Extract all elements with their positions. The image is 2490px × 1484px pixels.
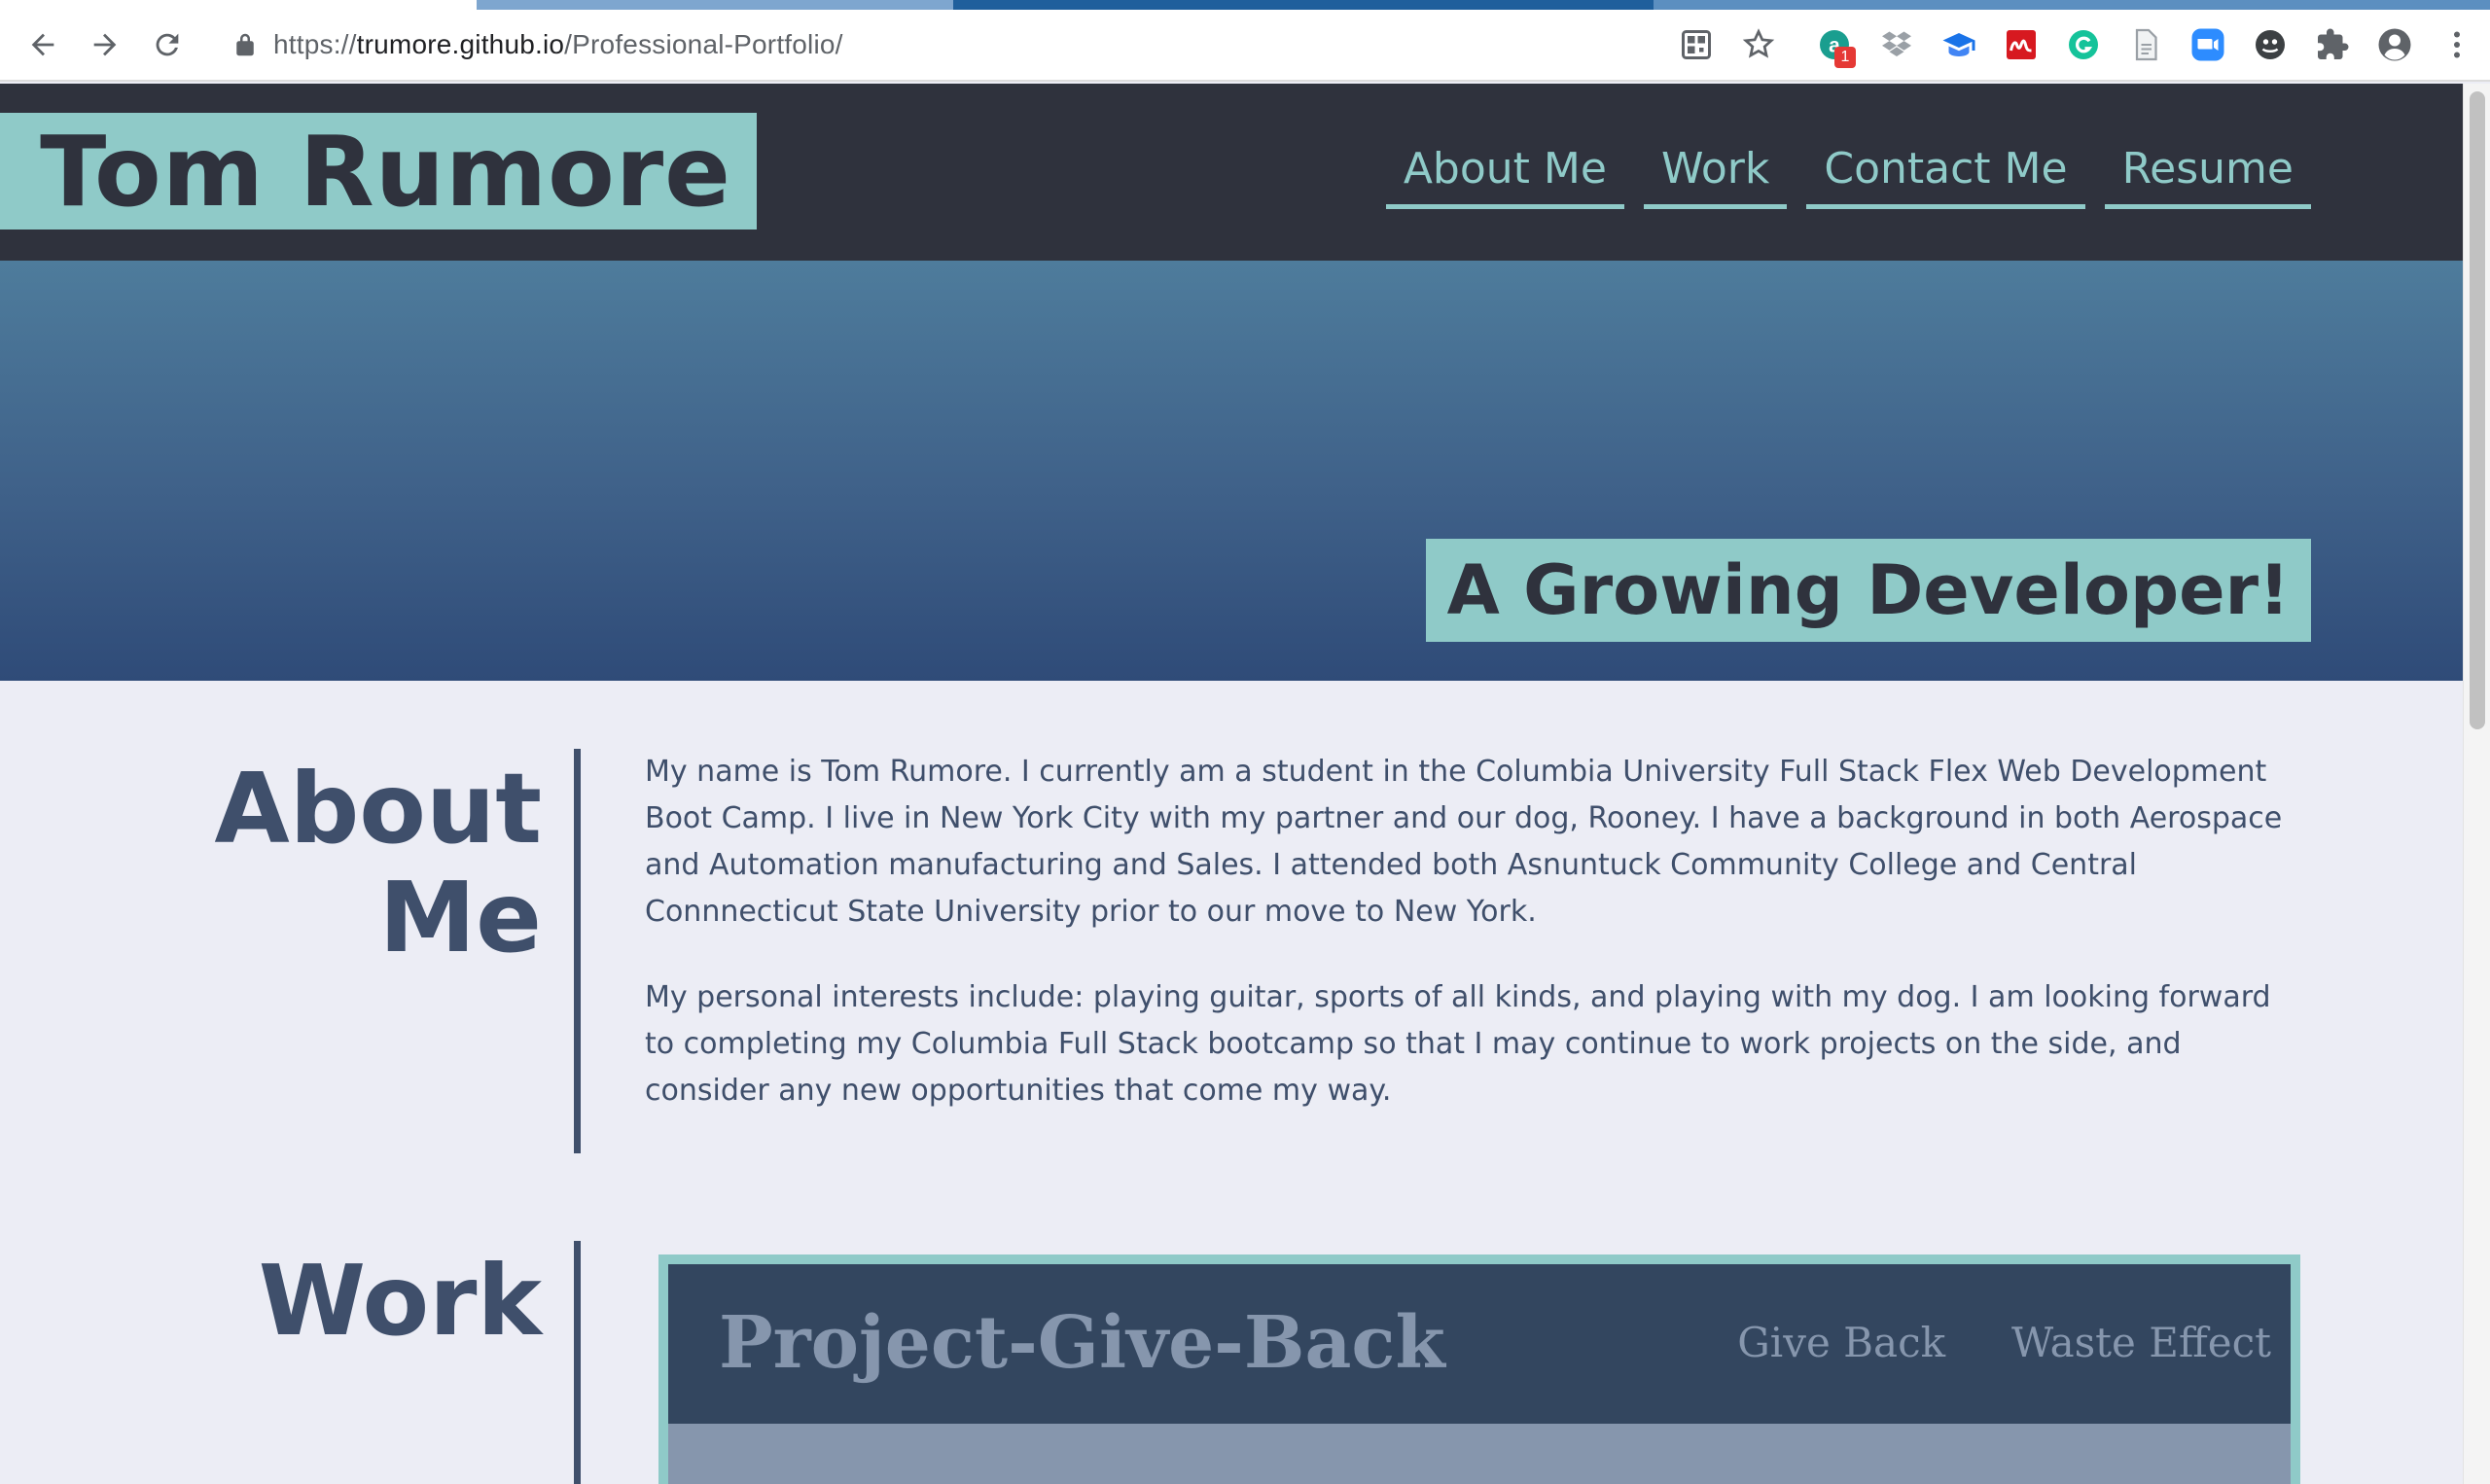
project-links: Give Back Waste Effect: [1671, 1319, 2271, 1366]
mendeley-icon: [2007, 30, 2036, 59]
document-button[interactable]: [2122, 21, 2169, 68]
grammarly-icon: [2069, 30, 2098, 59]
browser-toolbar: https://trumore.github.io/Professional-P…: [0, 0, 2490, 82]
about-divider: [574, 749, 581, 1153]
ghostery-icon: [2256, 30, 2285, 59]
extensions-button[interactable]: [2309, 21, 2356, 68]
profile-avatar-icon: [2378, 28, 2411, 61]
browser-menu-button[interactable]: [2434, 21, 2480, 68]
about-title-line1: About: [214, 752, 542, 866]
arrow-right-icon: [93, 33, 117, 56]
url-text[interactable]: https://trumore.github.io/Professional-P…: [273, 29, 843, 60]
ghostery-button[interactable]: [2247, 21, 2294, 68]
extension-badge: 1: [1834, 47, 1856, 68]
about-text: My name is Tom Rumore. I currently am a …: [645, 749, 2289, 1153]
url-path: /Professional-Portfolio/: [564, 29, 843, 59]
nav-link-contact-me[interactable]: Contact Me: [1806, 142, 2085, 209]
work-section-title: Work: [259, 1247, 542, 1356]
site-name: Tom Rumore: [40, 114, 731, 229]
about-title-line2: Me: [378, 861, 542, 974]
kebab-menu-icon: [2454, 31, 2460, 58]
arrow-left-icon: [31, 33, 54, 56]
profile-button[interactable]: [2371, 21, 2418, 68]
project-link-give-back[interactable]: Give Back: [1737, 1319, 1945, 1366]
project-link-waste-effect[interactable]: Waste Effect: [2011, 1319, 2271, 1366]
nav-link-about-me[interactable]: About Me: [1385, 142, 1624, 209]
back-button[interactable]: [21, 23, 64, 66]
work-title: Work: [258, 1244, 542, 1358]
about-paragraph-1: My name is Tom Rumore. I currently am a …: [645, 755, 2283, 929]
about-paragraph-2: My personal interests include: playing g…: [645, 980, 2271, 1108]
scrollbar-thumb[interactable]: [2470, 91, 2485, 729]
url-scheme: https://: [273, 29, 357, 59]
grammar-extension-button[interactable]: a 1: [1811, 21, 1858, 68]
project-card[interactable]: Project-Give-Back Give Back Waste Effect: [658, 1254, 2300, 1484]
work-divider: [574, 1241, 581, 1484]
nav-link-resume[interactable]: Resume: [2104, 142, 2311, 209]
grammarly-button[interactable]: [2060, 21, 2107, 68]
qr-code-icon: [1682, 30, 1711, 59]
nav-link-work[interactable]: Work: [1643, 142, 1788, 209]
reload-icon: [156, 33, 179, 56]
forward-button[interactable]: [84, 23, 126, 66]
page-viewport: Tom Rumore About Me Work Contact Me Resu…: [0, 84, 2463, 1484]
zoom-button[interactable]: [2185, 21, 2231, 68]
bookmark-button[interactable]: [1735, 21, 1782, 68]
site-nav: About Me Work Contact Me Resume: [1367, 142, 2311, 220]
address-bar[interactable]: https://trumore.github.io/Professional-P…: [209, 18, 1629, 72]
graduation-cap-icon: [1942, 33, 1975, 56]
tagline: A Growing Developer!: [1446, 550, 2290, 630]
tab-strip-edge: [0, 0, 2490, 10]
mendeley-button[interactable]: [1998, 21, 2045, 68]
site-header: Tom Rumore About Me Work Contact Me Resu…: [0, 84, 2463, 261]
page-scrollbar[interactable]: [2463, 84, 2490, 1484]
zoom-video-icon: [2191, 28, 2224, 61]
dropbox-button[interactable]: [1873, 21, 1920, 68]
extension-toolbar: a 1: [1657, 21, 2480, 68]
tagline-box: A Growing Developer!: [1425, 539, 2311, 642]
bookmark-star-icon: [1742, 28, 1775, 58]
lock-icon: [236, 33, 254, 56]
about-section-title: About Me: [214, 755, 542, 972]
qr-code-button[interactable]: [1673, 21, 1720, 68]
hero-banner: A Growing Developer!: [0, 261, 2463, 681]
dropbox-icon: [1882, 31, 1911, 56]
reload-button[interactable]: [146, 23, 189, 66]
puzzle-extensions-icon: [2318, 28, 2349, 59]
graduation-cap-button[interactable]: [1936, 21, 1982, 68]
document-icon: [2135, 28, 2157, 61]
url-host: trumore.github.io: [356, 29, 565, 59]
project-card-header: Project-Give-Back Give Back Waste Effect: [668, 1264, 2291, 1424]
site-name-banner: Tom Rumore: [0, 113, 757, 230]
project-title: Project-Give-Back: [719, 1301, 1445, 1385]
